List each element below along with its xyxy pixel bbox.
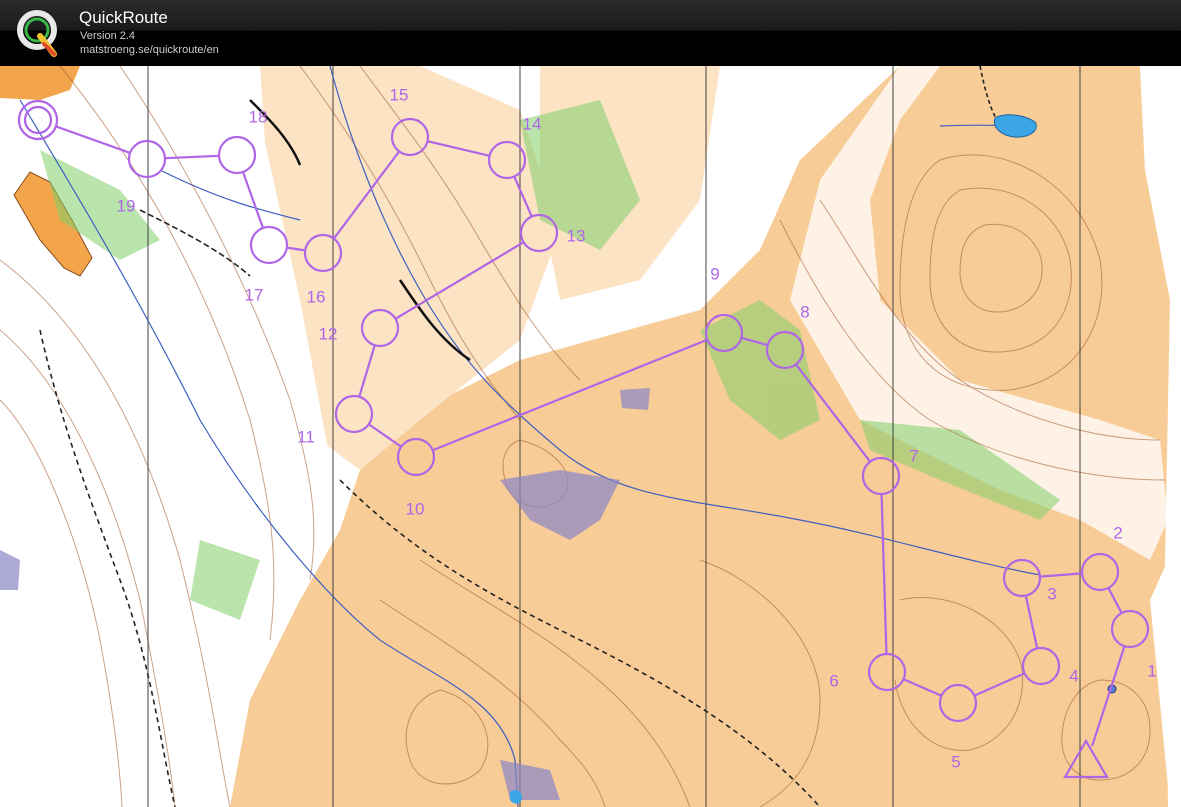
app-url[interactable]: matstroeng.se/quickroute/en [80, 44, 219, 56]
control-number-6: 6 [829, 671, 838, 690]
quickroute-logo-icon [17, 10, 57, 57]
control-number-18: 18 [249, 107, 268, 126]
control-number-2: 2 [1113, 523, 1122, 542]
control-number-8: 8 [800, 302, 809, 321]
control-number-4: 4 [1069, 666, 1078, 685]
control-number-10: 10 [406, 499, 425, 518]
control-number-1: 1 [1147, 661, 1156, 680]
app-title: QuickRoute [79, 8, 168, 27]
control-number-16: 16 [307, 287, 326, 306]
terrain-layer [0, 66, 1181, 807]
control-number-17: 17 [245, 285, 264, 304]
app-version: Version 2.4 [80, 30, 136, 42]
control-number-9: 9 [710, 264, 719, 283]
control-number-13: 13 [567, 226, 586, 245]
control-number-14: 14 [523, 114, 542, 133]
app-header: QuickRoute Version 2.4 matstroeng.se/qui… [0, 0, 1181, 66]
control-number-12: 12 [319, 324, 338, 343]
control-number-15: 15 [390, 85, 409, 104]
orienteering-map[interactable]: 1 2 3 4 5 6 7 8 9 10 11 12 13 14 15 16 17 18 19 [0, 66, 1181, 807]
control-number-3: 3 [1047, 584, 1056, 603]
control-number-11: 11 [297, 427, 315, 446]
control-number-5: 5 [951, 752, 960, 771]
control-number-19: 19 [117, 196, 136, 215]
map-canvas[interactable]: 12345678910111213141516171819 [0, 66, 1181, 807]
control-number-7: 7 [909, 446, 918, 465]
